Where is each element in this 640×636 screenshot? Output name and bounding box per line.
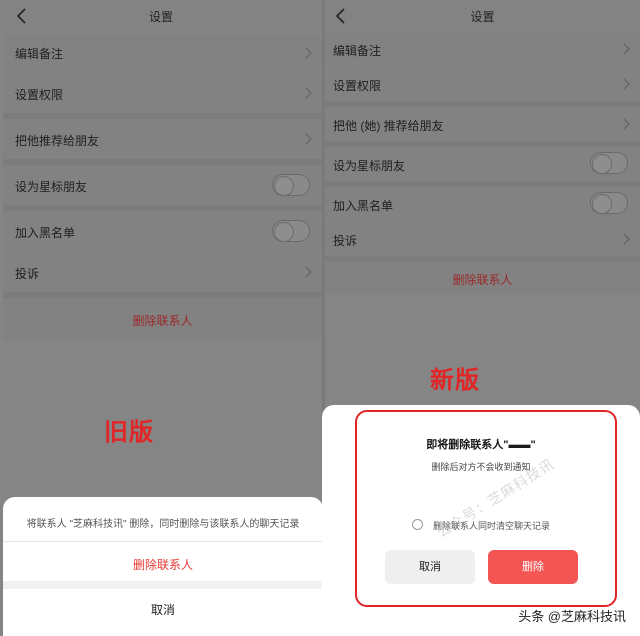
dialog-subtitle: 删除后对方不会收到通知 [431,462,531,472]
star-friend-row: 设为星标朋友 [325,147,640,181]
old-version-tag: 旧版 [104,419,154,446]
cancel-button[interactable]: 取消 [385,550,475,584]
chevron-right-icon [618,233,630,245]
set-permission-row[interactable]: 设置权限 [325,67,640,101]
delete-contact-button[interactable]: 删除联系人 [3,556,323,573]
report-row[interactable]: 投诉 [3,252,322,292]
old-top-bar: 设置 [0,0,322,32]
chevron-right-icon [300,47,312,59]
blacklist-row: 加入黑名单 [3,211,322,251]
delete-button[interactable]: 删除 [488,550,578,584]
clear-history-checkbox[interactable] [412,519,423,530]
chevron-right-icon [300,266,312,278]
blacklist-label: 加入黑名单 [333,199,394,213]
delete-contact-label: 删除联系人 [452,273,513,287]
star-friend-row: 设为星标朋友 [3,165,322,205]
chevron-right-icon [300,87,312,99]
divider [3,541,323,542]
recommend-friend-label: 把他 (她) 推荐给朋友 [333,119,444,133]
set-permission-row[interactable]: 设置权限 [3,73,322,113]
star-friend-label: 设为星标朋友 [15,180,88,194]
delete-warning-message: 将联系人 "芝麻科技讯" 删除，同时删除与该联系人的聊天记录 [26,519,300,530]
set-permission-label: 设置权限 [15,88,64,102]
new-version-tag: 新版 [430,367,480,394]
source-credit: 头条 @芝麻科技讯 [518,609,626,624]
clear-history-label[interactable]: 删除联系人同时清空聊天记录 [433,519,550,532]
star-friend-toggle[interactable] [590,152,628,174]
edit-remark-row[interactable]: 编辑备注 [3,34,322,72]
page-title: 设置 [470,10,495,24]
page-title: 设置 [148,10,173,24]
blacklist-row: 加入黑名单 [325,187,640,221]
blacklist-label: 加入黑名单 [15,226,76,240]
chevron-right-icon [618,78,630,90]
star-friend-toggle[interactable] [272,174,310,196]
divider [3,581,323,589]
cancel-button[interactable]: 取消 [3,601,323,618]
report-row[interactable]: 投诉 [325,222,640,256]
old-delete-action-sheet: 将联系人 "芝麻科技讯" 删除，同时删除与该联系人的聊天记录 删除联系人 取消 [3,497,323,636]
dialog-title: 即将删除联系人"▬▬" [426,439,536,451]
chevron-right-icon [618,43,630,55]
report-label: 投诉 [15,267,40,281]
recommend-friend-label: 把他推荐给朋友 [15,134,100,148]
chevron-right-icon [618,118,630,130]
set-permission-label: 设置权限 [333,79,382,93]
edit-remark-row[interactable]: 编辑备注 [325,32,640,66]
delete-contact-row[interactable]: 删除联系人 [325,262,640,294]
report-label: 投诉 [333,234,358,248]
edit-remark-label: 编辑备注 [15,47,64,61]
recommend-friend-row[interactable]: 把他推荐给朋友 [3,119,322,159]
chevron-right-icon [300,133,312,145]
edit-remark-label: 编辑备注 [333,44,382,58]
blacklist-toggle[interactable] [272,220,310,242]
star-friend-label: 设为星标朋友 [333,159,406,173]
delete-contact-row[interactable]: 删除联系人 [3,298,322,340]
new-top-bar: 设置 [325,0,640,32]
delete-contact-label: 删除联系人 [132,314,193,328]
recommend-friend-row[interactable]: 把他 (她) 推荐给朋友 [325,107,640,141]
blacklist-toggle[interactable] [590,192,628,214]
